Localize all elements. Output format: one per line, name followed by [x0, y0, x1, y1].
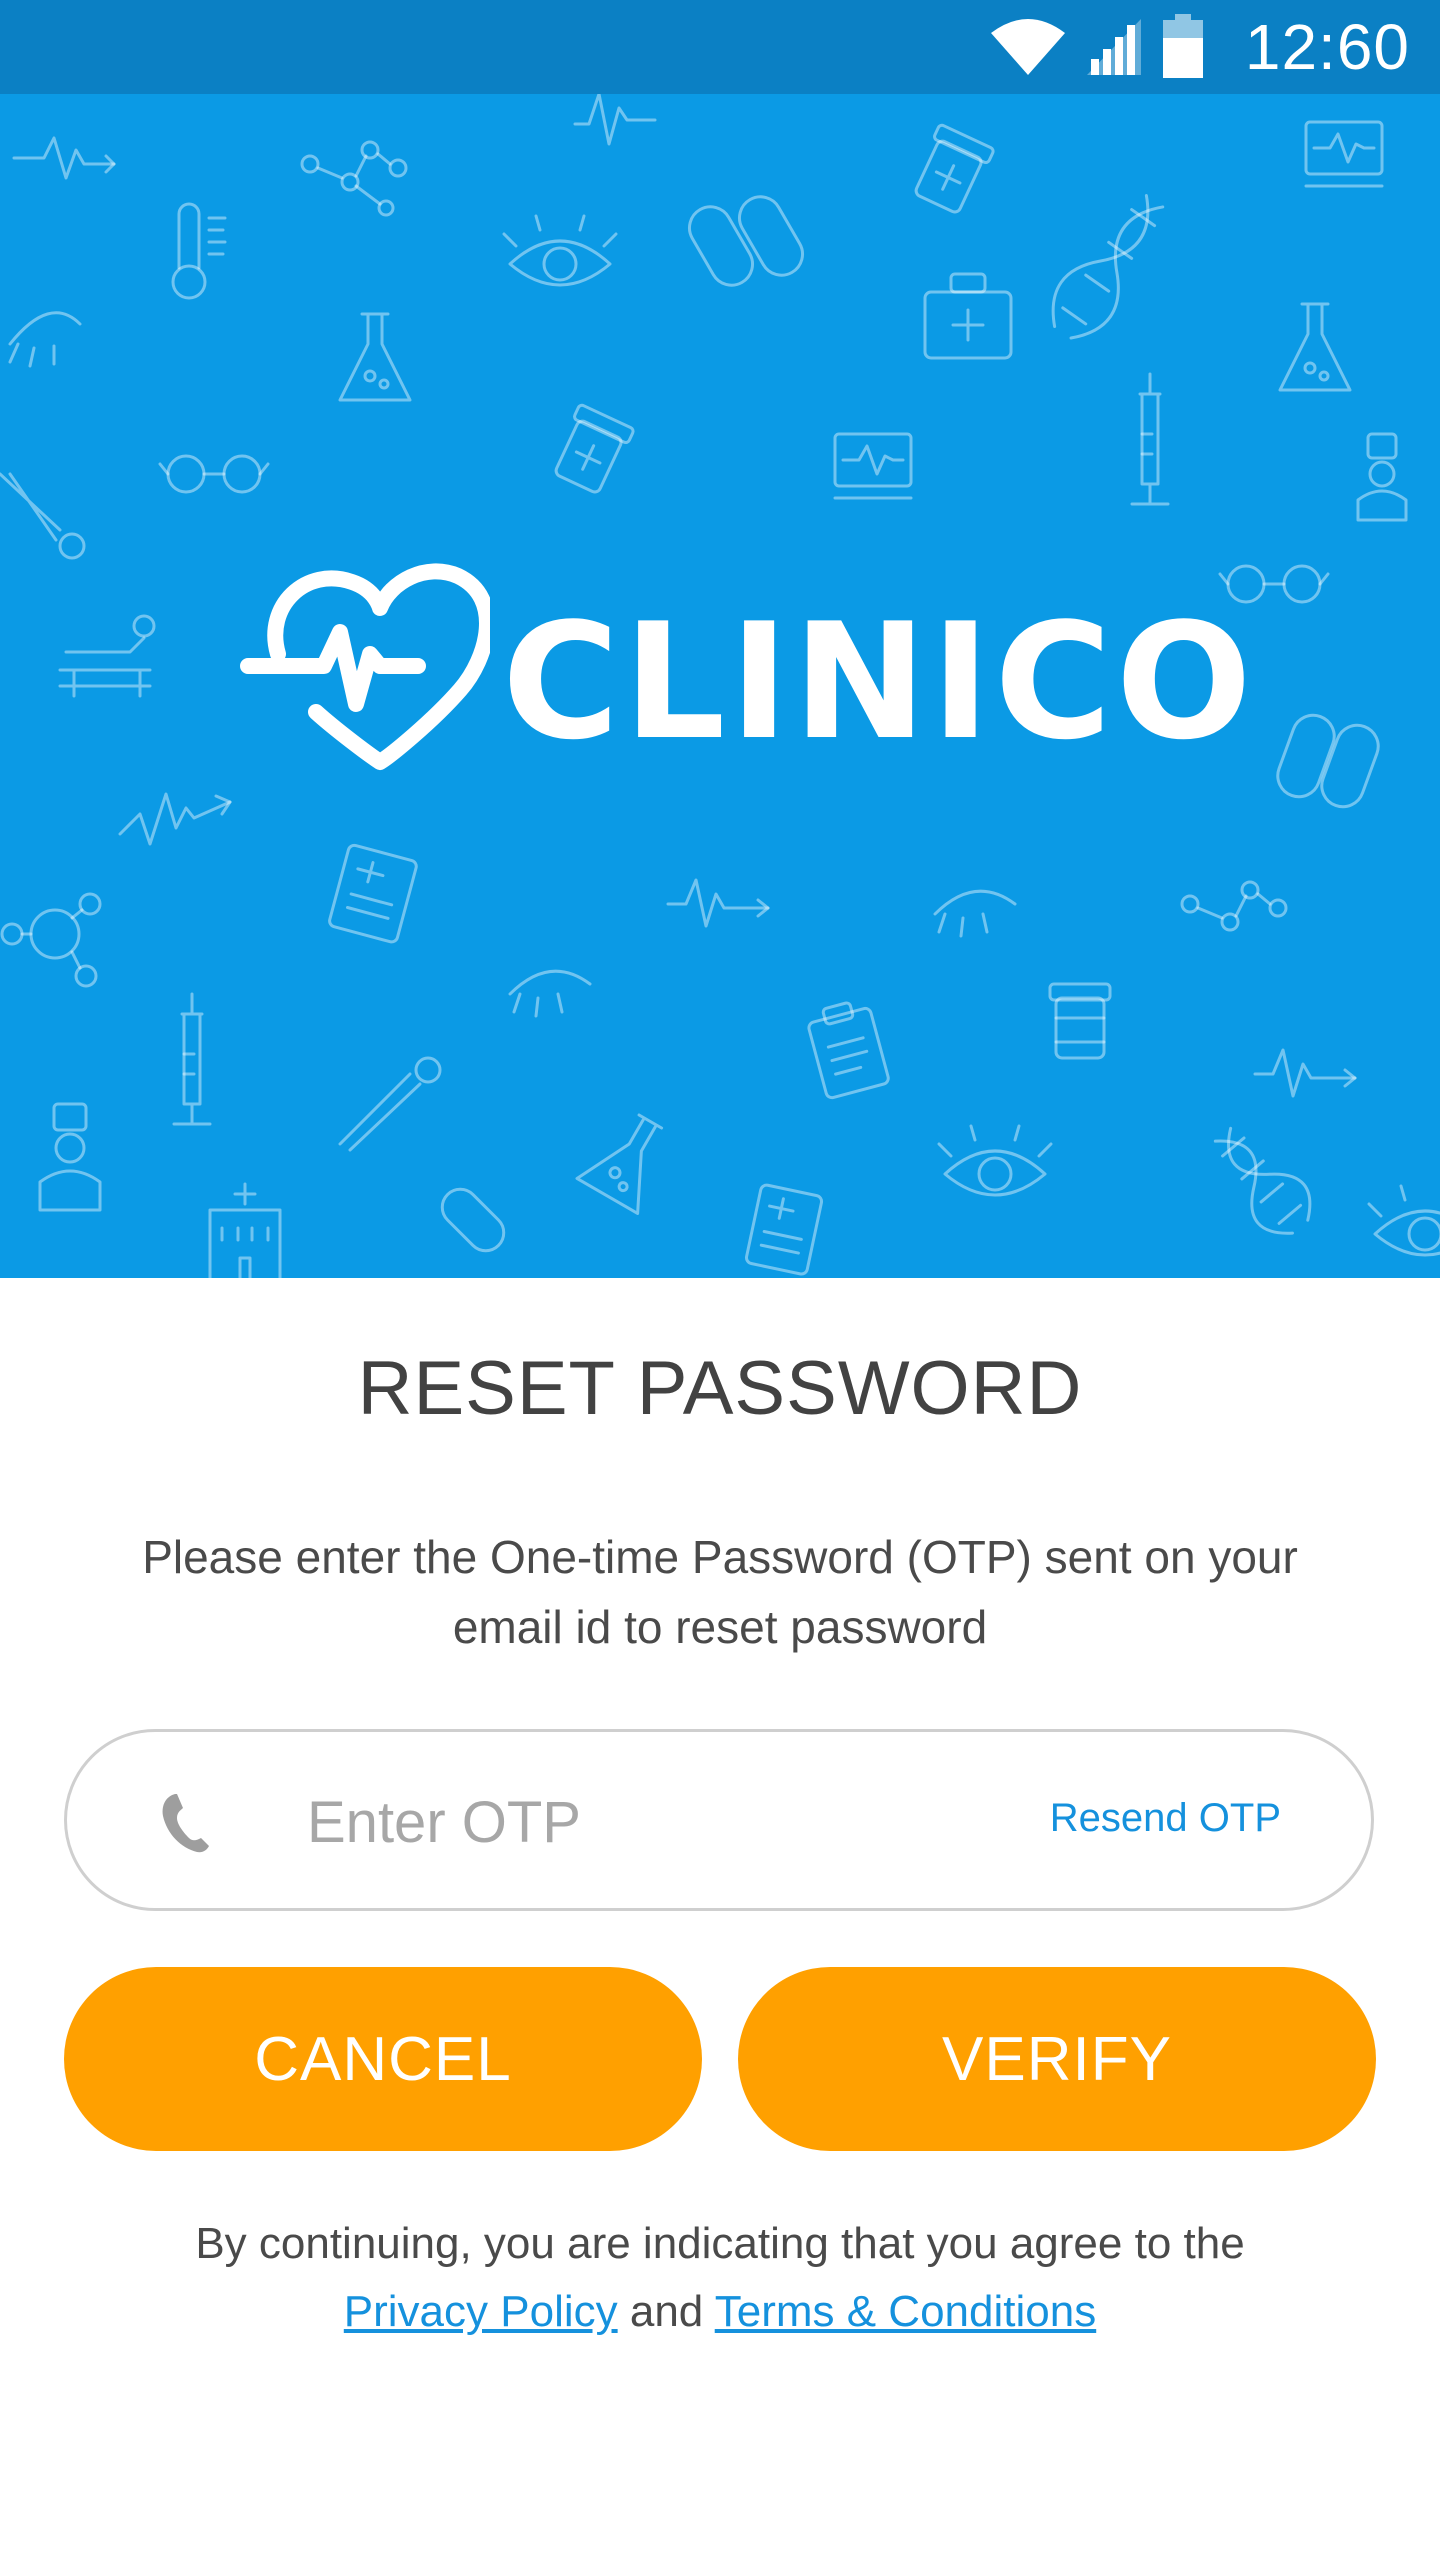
- status-time: 12:60: [1244, 11, 1410, 83]
- molecule-icon: [0, 892, 102, 988]
- capsule-icon: [688, 195, 804, 287]
- eye-icon: [933, 889, 1017, 938]
- brand-name: CLINICO: [502, 588, 1256, 775]
- instructions-line-1: Please enter the One-time Password (OTP)…: [142, 1531, 1298, 1583]
- pill-bottle-icon: [1048, 982, 1112, 1060]
- flask-icon: [1278, 302, 1352, 392]
- clinico-logo: CLINICO: [240, 562, 1252, 782]
- status-icons: 12:60: [989, 0, 1410, 94]
- clipboard-icon: [744, 1183, 824, 1276]
- pill-bottle-icon: [914, 123, 995, 214]
- monitor-icon: [1304, 120, 1384, 188]
- reset-password-screen: 12:60 CLINICO RESET PASSWORD Please ente…: [0, 0, 1440, 2560]
- privacy-policy-link[interactable]: Privacy Policy: [344, 2287, 618, 2336]
- scissors-icon: [338, 1056, 442, 1152]
- heartbeat-icon: [12, 136, 116, 180]
- resend-otp-link[interactable]: Resend OTP: [1050, 1796, 1281, 1841]
- dna-icon: [1213, 1126, 1312, 1235]
- dna-icon: [1051, 193, 1165, 340]
- instructions-line-2: email id to reset password: [452, 1601, 988, 1653]
- doctor-icon: [1356, 432, 1408, 522]
- monitor-icon: [833, 432, 913, 500]
- hospital-icon: [208, 1182, 282, 1278]
- cancel-button[interactable]: CANCEL: [64, 1967, 702, 2151]
- page-title: RESET PASSWORD: [357, 1346, 1083, 1431]
- terms-line-1: By continuing, you are indicating that y…: [195, 2219, 1245, 2268]
- clipboard-icon: [807, 1001, 890, 1100]
- eye-icon: [508, 969, 592, 1018]
- molecule-icon: [1180, 880, 1288, 932]
- status-bar: 12:60: [0, 0, 1440, 94]
- otp-input[interactable]: [307, 1772, 1007, 1872]
- glasses-icon: [158, 454, 270, 494]
- scissors-icon: [0, 472, 86, 560]
- heartbeat-icon: [573, 94, 657, 146]
- otp-field[interactable]: Resend OTP: [64, 1729, 1374, 1911]
- capsule-icon: [1276, 713, 1380, 809]
- molecule-icon: [300, 140, 408, 217]
- flask-icon: [575, 1113, 664, 1215]
- instructions-text: Please enter the One-time Password (OTP)…: [100, 1522, 1340, 1662]
- first-aid-kit-icon: [923, 272, 1013, 360]
- wifi-icon: [989, 17, 1067, 77]
- thermometer-icon: [171, 202, 227, 300]
- cell-signal-icon: [1085, 17, 1143, 77]
- battery-icon: [1161, 14, 1205, 80]
- syringe-icon: [172, 992, 212, 1126]
- doctor-icon: [38, 1102, 102, 1212]
- terms-notice: By continuing, you are indicating that y…: [100, 2210, 1340, 2346]
- hospital-bed-icon: [58, 614, 156, 698]
- eye-icon: [502, 214, 618, 287]
- flask-icon: [338, 312, 412, 402]
- terms-line-2: Privacy Policy and Terms & Conditions: [100, 2278, 1340, 2346]
- heartbeat-icon: [666, 878, 770, 928]
- syringe-icon: [1130, 372, 1170, 506]
- eye-icon: [937, 1124, 1053, 1197]
- eye-icon: [8, 311, 82, 368]
- pill-bottle-icon: [554, 403, 635, 494]
- heartbeat-icon: [1253, 1048, 1357, 1098]
- terms-and-text: and: [629, 2287, 704, 2336]
- verify-button[interactable]: VERIFY: [738, 1967, 1376, 2151]
- capsule-icon: [440, 1187, 506, 1253]
- phone-icon: [162, 1794, 209, 1853]
- eye-icon: [1367, 1184, 1440, 1257]
- heartbeat-icon: [118, 792, 232, 846]
- heart-pulse-icon: [240, 563, 490, 770]
- terms-conditions-link[interactable]: Terms & Conditions: [715, 2287, 1096, 2336]
- clipboard-icon: [328, 843, 418, 944]
- hero-banner: CLINICO: [0, 94, 1440, 1278]
